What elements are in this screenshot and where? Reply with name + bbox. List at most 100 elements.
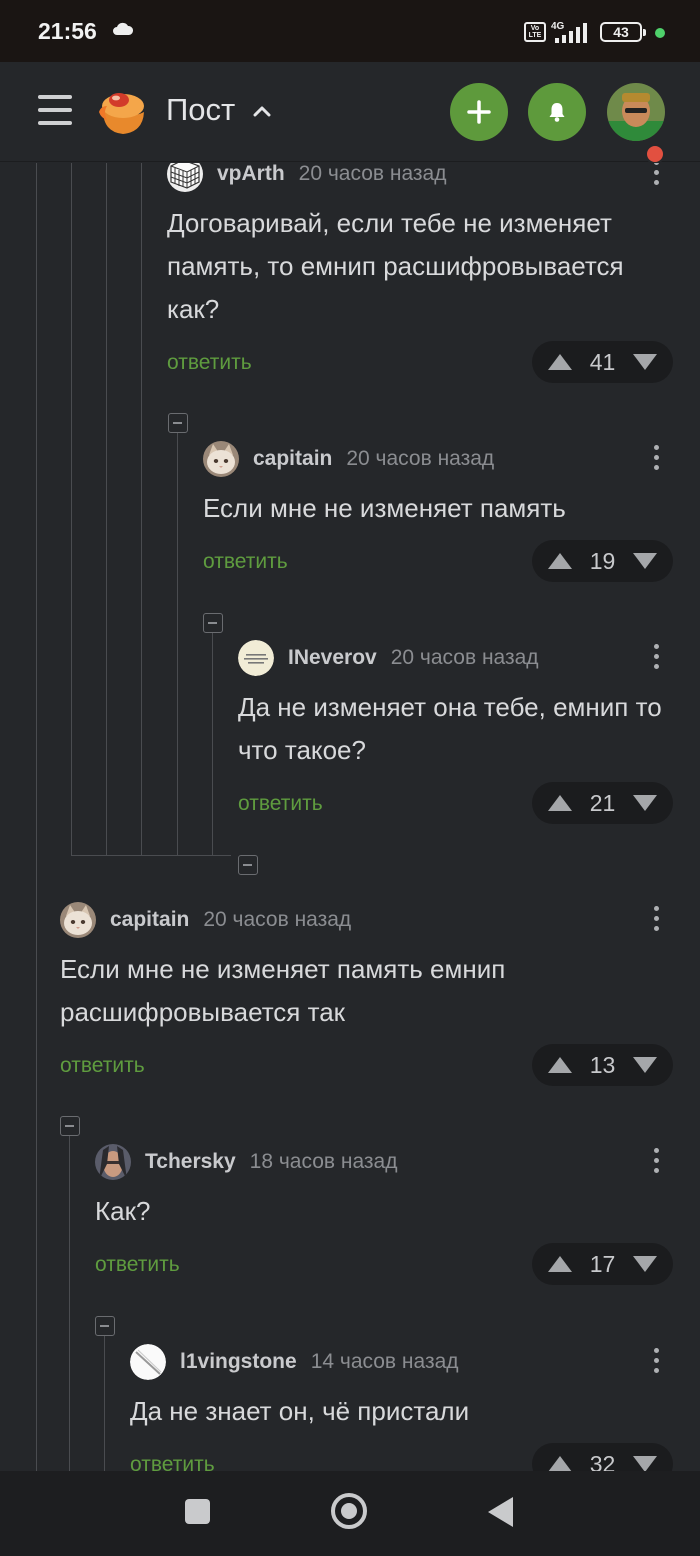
- vote-score: 17: [589, 1250, 616, 1277]
- upvote-icon[interactable]: [548, 553, 572, 569]
- comment: l1vingstone 14 часов назад Да не знает о…: [130, 1344, 673, 1471]
- upvote-icon[interactable]: [548, 795, 572, 811]
- upvote-icon[interactable]: [548, 354, 572, 370]
- recent-apps-icon[interactable]: [185, 1499, 210, 1524]
- comment-header: INeverov 20 часов назад: [238, 640, 673, 676]
- avatar[interactable]: [60, 902, 96, 938]
- add-post-button[interactable]: [450, 83, 508, 141]
- downvote-icon[interactable]: [633, 1057, 657, 1073]
- menu-icon[interactable]: [38, 95, 72, 125]
- comment: INeverov 20 часов назад Да не изменяет о…: [238, 640, 673, 826]
- reply-link[interactable]: ответить: [203, 550, 288, 574]
- comment-timestamp: 14 часов назад: [310, 1350, 459, 1373]
- user-avatar[interactable]: [607, 83, 665, 141]
- more-options-icon[interactable]: [653, 1148, 659, 1176]
- vote-score: 41: [589, 348, 616, 375]
- chevron-up-icon[interactable]: [252, 104, 272, 118]
- comment-timestamp: 20 часов назад: [390, 646, 539, 669]
- collapse-toggle[interactable]: [203, 613, 223, 633]
- status-bar: 21:56 Vo LTE 4G 43: [0, 0, 700, 62]
- comment-header: capitain 20 часов назад: [203, 441, 673, 477]
- downvote-icon[interactable]: [633, 1256, 657, 1272]
- comment-text: Как?: [95, 1196, 151, 1226]
- comment-footer: ответить 32: [130, 1443, 673, 1471]
- bell-icon: [549, 103, 565, 122]
- home-icon[interactable]: [331, 1493, 367, 1529]
- pikabu-logo-icon[interactable]: [97, 86, 149, 138]
- collapse-toggle[interactable]: [238, 855, 258, 875]
- vote-score: 19: [589, 547, 616, 574]
- vote-control: 32: [532, 1443, 673, 1471]
- comment-text: Договаривай, если тебе не изменяет памят…: [167, 208, 624, 324]
- comment-text: Если мне не изменяет память: [203, 493, 566, 523]
- page-title[interactable]: Пост: [166, 92, 235, 128]
- battery-icon: 43: [600, 22, 646, 42]
- privacy-dot: [655, 28, 665, 38]
- more-options-icon[interactable]: [653, 644, 659, 672]
- comment-username[interactable]: vpArth: [217, 163, 285, 186]
- reply-link[interactable]: ответить: [95, 1253, 180, 1277]
- comment-timestamp: 20 часов назад: [203, 908, 352, 931]
- cloud-icon: [113, 22, 134, 35]
- upvote-icon[interactable]: [548, 1456, 572, 1471]
- vote-control: 13: [532, 1044, 673, 1086]
- reply-link[interactable]: ответить: [130, 1453, 215, 1471]
- collapse-toggle[interactable]: [60, 1116, 80, 1136]
- system-nav-bar: [0, 1471, 700, 1556]
- status-time: 21:56: [38, 18, 97, 44]
- comment-username[interactable]: Tchersky: [145, 1150, 236, 1174]
- comment-username[interactable]: capitain: [253, 447, 332, 471]
- collapse-toggle[interactable]: [95, 1316, 115, 1336]
- back-icon[interactable]: [488, 1497, 513, 1527]
- plus-icon: [467, 100, 491, 124]
- downvote-icon[interactable]: [633, 795, 657, 811]
- comment-footer: ответить 17: [95, 1243, 673, 1287]
- vote-control: 21: [532, 782, 673, 824]
- reply-link[interactable]: ответить: [238, 792, 323, 816]
- comment-footer: ответить 19: [203, 540, 673, 584]
- avatar[interactable]: [95, 1144, 131, 1180]
- vote-control: 41: [532, 341, 673, 383]
- comment-timestamp: 18 часов назад: [249, 1150, 398, 1173]
- volte-icon: Vo LTE: [524, 22, 546, 42]
- comment: vpArth 20 часов назад Договаривай, если …: [167, 163, 673, 385]
- comment-text: Да не знает он, чё пристали: [130, 1396, 470, 1426]
- avatar[interactable]: [238, 640, 274, 676]
- more-options-icon[interactable]: [653, 163, 659, 188]
- avatar[interactable]: [203, 441, 239, 477]
- upvote-icon[interactable]: [548, 1057, 572, 1073]
- downvote-icon[interactable]: [633, 1456, 657, 1471]
- downvote-icon[interactable]: [633, 553, 657, 569]
- avatar[interactable]: [167, 163, 203, 192]
- more-options-icon[interactable]: [653, 445, 659, 473]
- reply-link[interactable]: ответить: [60, 1054, 145, 1078]
- reply-link[interactable]: ответить: [167, 351, 252, 375]
- comment-username[interactable]: l1vingstone: [180, 1350, 297, 1374]
- vote-control: 17: [532, 1243, 673, 1285]
- app-bar: Пост: [0, 62, 700, 164]
- comment-footer: ответить 13: [60, 1044, 673, 1088]
- comment-footer: ответить 41: [167, 341, 673, 385]
- comment: capitain 20 часов назад Если мне не изме…: [60, 902, 673, 1088]
- comment-username[interactable]: INeverov: [288, 646, 377, 670]
- avatar[interactable]: [130, 1344, 166, 1380]
- collapse-toggle[interactable]: [168, 413, 188, 433]
- comment-header: capitain 20 часов назад: [60, 902, 673, 938]
- vote-score: 32: [589, 1450, 616, 1472]
- more-options-icon[interactable]: [653, 906, 659, 934]
- comments-thread: vpArth 20 часов назад Договаривай, если …: [0, 163, 700, 1471]
- upvote-icon[interactable]: [548, 1256, 572, 1272]
- comment-username[interactable]: capitain: [110, 908, 189, 932]
- more-options-icon[interactable]: [653, 1348, 659, 1376]
- notifications-button[interactable]: [528, 83, 586, 141]
- comment-header: Tchersky 18 часов назад: [95, 1144, 673, 1180]
- comment-timestamp: 20 часов назад: [346, 447, 495, 470]
- notification-badge: [645, 144, 665, 164]
- comment-text: Если мне не изменяет память емнип расшиф…: [60, 954, 506, 1027]
- comment: capitain 20 часов назад Если мне не изме…: [203, 441, 673, 584]
- comment: Tchersky 18 часов назад Как? ответить 17: [95, 1144, 673, 1287]
- comment-timestamp: 20 часов назад: [298, 163, 447, 185]
- vote-control: 19: [532, 540, 673, 582]
- downvote-icon[interactable]: [633, 354, 657, 370]
- comment-text: Да не изменяет она тебе, емнип то что та…: [238, 692, 662, 765]
